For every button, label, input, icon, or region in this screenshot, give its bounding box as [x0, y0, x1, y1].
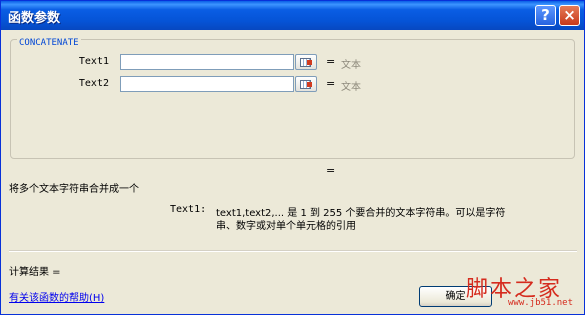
function-result-equals: =: [326, 164, 336, 177]
watermark: 脚本之家 www.jb51.net: [466, 271, 582, 313]
dialog-title: 函数参数: [8, 11, 61, 26]
close-icon: ×: [563, 6, 576, 24]
arg-input-text2[interactable]: [120, 76, 294, 92]
arg-label-text1: Text1: [78, 56, 109, 67]
arg-input-text1[interactable]: [120, 54, 294, 70]
function-group-box: CONCATENATE Text1 = 文本 Text2 = 文本: [10, 38, 575, 159]
close-button[interactable]: ×: [559, 5, 580, 26]
collapse-dialog-icon-marker: [307, 82, 312, 87]
arg-result-text2: 文本: [341, 82, 361, 93]
function-arguments-dialog: 函数参数 ? × CONCATENATE Text1 = 文本 Text2 = …: [0, 0, 585, 315]
arg-help-line2: 串、数字或对单个单元格的引用: [216, 221, 356, 232]
title-bar[interactable]: 函数参数 ? ×: [1, 1, 584, 30]
function-description: 将多个文本字符串合并成一个: [9, 184, 139, 195]
collapse-dialog-button-text2[interactable]: [295, 76, 317, 92]
arg-result-text1: 文本: [341, 60, 361, 71]
arg-help-name: Text1:: [170, 204, 207, 215]
separator: [9, 250, 577, 252]
function-name-legend: CONCATENATE: [17, 38, 81, 48]
function-help-link[interactable]: 有关该函数的帮助(H): [9, 289, 104, 304]
arg-label-text2: Text2: [78, 78, 109, 89]
arg-equals-text1: =: [326, 55, 336, 68]
collapse-dialog-icon-marker: [307, 60, 312, 65]
help-icon: ?: [541, 6, 550, 24]
arg-equals-text2: =: [326, 77, 336, 90]
collapse-dialog-button-text1[interactable]: [295, 54, 317, 70]
calc-result-label: 计算结果 =: [9, 267, 61, 278]
help-button[interactable]: ?: [535, 5, 556, 26]
watermark-url: www.jb51.net: [508, 298, 574, 308]
